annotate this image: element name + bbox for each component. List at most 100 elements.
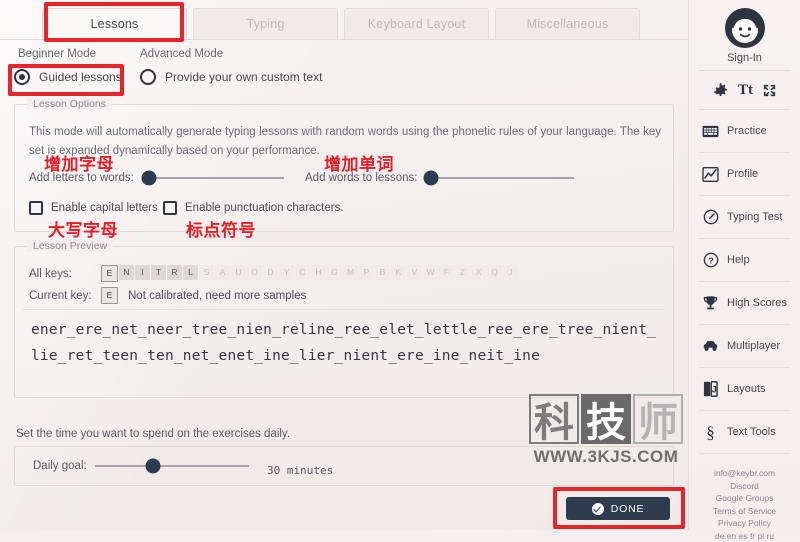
sidebar-item-practice[interactable]: Practice (689, 116, 800, 146)
fullscreen-icon[interactable] (762, 83, 777, 98)
sidebar-item-multiplayer[interactable]: Multiplayer (689, 331, 800, 361)
sidebar-label-profile: Profile (727, 168, 758, 180)
check-circle-icon (592, 503, 604, 515)
slider-knob[interactable] (141, 171, 156, 186)
chart-icon (702, 167, 719, 182)
sidebar-divider (699, 70, 790, 71)
radio-icon-unselected (140, 69, 156, 85)
language-links[interactable]: de en es fr pl ru (689, 530, 800, 542)
add-letters-slider-group: Add letters to words: (29, 171, 284, 185)
sidebar-label-help: Help (727, 254, 750, 266)
key-w: W (423, 265, 438, 280)
sidebar-item-layouts[interactable]: J Layouts (689, 374, 800, 404)
add-words-slider[interactable] (426, 171, 574, 185)
preview-divider (23, 309, 665, 310)
add-letters-slider[interactable] (142, 171, 284, 185)
enable-punctuation-label: Enable punctuation characters. (185, 202, 344, 214)
sidebar-divider (699, 152, 790, 153)
key-d: D (263, 265, 278, 280)
daily-goal-panel: Daily goal: 30 minutes (14, 446, 674, 486)
tab-keyboard-layout[interactable]: Keyboard Layout (344, 8, 489, 39)
sidebar-item-text-tools[interactable]: § Text Tools (689, 417, 800, 447)
sidebar-divider (699, 453, 790, 454)
sidebar-divider (699, 238, 790, 239)
link-discord[interactable]: Discord (689, 480, 800, 493)
sidebar-label-practice: Practice (727, 125, 767, 137)
daily-goal-value: 30 minutes (267, 464, 333, 477)
key-r: R (167, 265, 182, 280)
sign-in-button[interactable]: Sign-In (689, 0, 800, 64)
all-keys-row: All keys: ENITRLSAUODYCHGMPBKVWFZXQJ (29, 265, 519, 282)
key-l: L (183, 265, 198, 280)
enable-capitals-label: Enable capital letters (51, 202, 158, 214)
add-words-slider-group: Add words to lessons: (305, 171, 574, 185)
checkbox-icon-unchecked[interactable] (163, 201, 177, 215)
sidebar-label-multiplayer: Multiplayer (727, 340, 780, 352)
key-v: V (407, 265, 422, 280)
radio-custom-text-label: Provide your own custom text (165, 70, 322, 84)
tab-typing[interactable]: Typing (193, 8, 338, 39)
daily-goal-slider[interactable] (95, 459, 249, 473)
car-icon (702, 340, 719, 352)
key-x: X (471, 265, 486, 280)
key-o: O (247, 265, 262, 280)
key-m: M (343, 265, 358, 280)
sidebar-item-typing-test[interactable]: Typing Test (689, 202, 800, 232)
sidebar-divider (699, 281, 790, 282)
done-button[interactable]: DONE (566, 497, 670, 520)
sidebar-item-help[interactable]: ? Help (689, 245, 800, 275)
key-n: N (119, 265, 134, 280)
sidebar-divider (699, 367, 790, 368)
lesson-options-panel: Lesson Options This mode will automatica… (14, 104, 674, 232)
key-f: F (439, 265, 454, 280)
svg-text:J: J (712, 385, 717, 395)
speedometer-icon (702, 209, 719, 225)
key-y: Y (279, 265, 294, 280)
key-p: P (359, 265, 374, 280)
lesson-options-description: This mode will automatically generate ty… (29, 123, 661, 161)
tab-miscellaneous[interactable]: Miscellaneous (495, 8, 640, 39)
sidebar-divider (699, 195, 790, 196)
tab-bar: Lessons Typing Keyboard Layout Miscellan… (0, 4, 688, 40)
sidebar-divider (699, 109, 790, 110)
key-i: I (135, 265, 150, 280)
advanced-mode-label: Advanced Mode (140, 48, 223, 60)
sidebar-label-typing-test: Typing Test (727, 211, 782, 223)
slider-knob[interactable] (146, 459, 161, 474)
radio-custom-text[interactable]: Provide your own custom text (140, 69, 322, 85)
daily-goal-slider-group: Daily goal: (33, 459, 249, 473)
tab-lessons[interactable]: Lessons (42, 8, 187, 39)
sidebar-item-high-scores[interactable]: High Scores (689, 288, 800, 318)
daily-goal-description: Set the time you want to spend on the ex… (16, 428, 290, 440)
gear-icon[interactable] (712, 82, 729, 99)
checkbox-icon-unchecked[interactable] (29, 201, 43, 215)
current-key-row: Current key: E Not calibrated, need more… (29, 287, 306, 304)
svg-text:?: ? (708, 255, 713, 265)
key-j: J (503, 265, 518, 280)
key-b: B (375, 265, 390, 280)
link-google-groups[interactable]: Google Groups (689, 492, 800, 505)
sidebar-item-profile[interactable]: Profile (689, 159, 800, 189)
question-circle-icon: ? (702, 252, 719, 268)
text-size-icon[interactable]: Tt (738, 83, 753, 98)
radio-guided-lessons[interactable]: Guided lessons (14, 69, 122, 85)
enable-capitals-checkbox-row[interactable]: Enable capital letters (29, 201, 158, 215)
daily-goal-label: Daily goal: (33, 460, 87, 472)
slider-knob[interactable] (424, 171, 439, 186)
key-q: Q (487, 265, 502, 280)
key-u: U (231, 265, 246, 280)
link-email[interactable]: info@keybr.com (689, 467, 800, 480)
enable-punctuation-checkbox-row[interactable]: Enable punctuation characters. (163, 201, 344, 215)
sidebar-divider (699, 324, 790, 325)
right-sidebar: Sign-In Tt (688, 0, 800, 530)
sign-in-label: Sign-In (689, 52, 800, 64)
sidebar-label-layouts: Layouts (727, 383, 766, 395)
main-content: Lessons Typing Keyboard Layout Miscellan… (0, 0, 688, 530)
link-terms-of-service[interactable]: Terms of Service (689, 505, 800, 518)
lesson-preview-text: ener_ere_net_neer_tree_nien_reline_ree_e… (31, 317, 659, 369)
radio-icon-selected (14, 69, 30, 85)
sidebar-label-text-tools: Text Tools (727, 426, 776, 438)
current-key-label: Current key: (29, 290, 101, 302)
link-privacy-policy[interactable]: Privacy Policy (689, 517, 800, 530)
done-button-label: DONE (611, 503, 645, 515)
